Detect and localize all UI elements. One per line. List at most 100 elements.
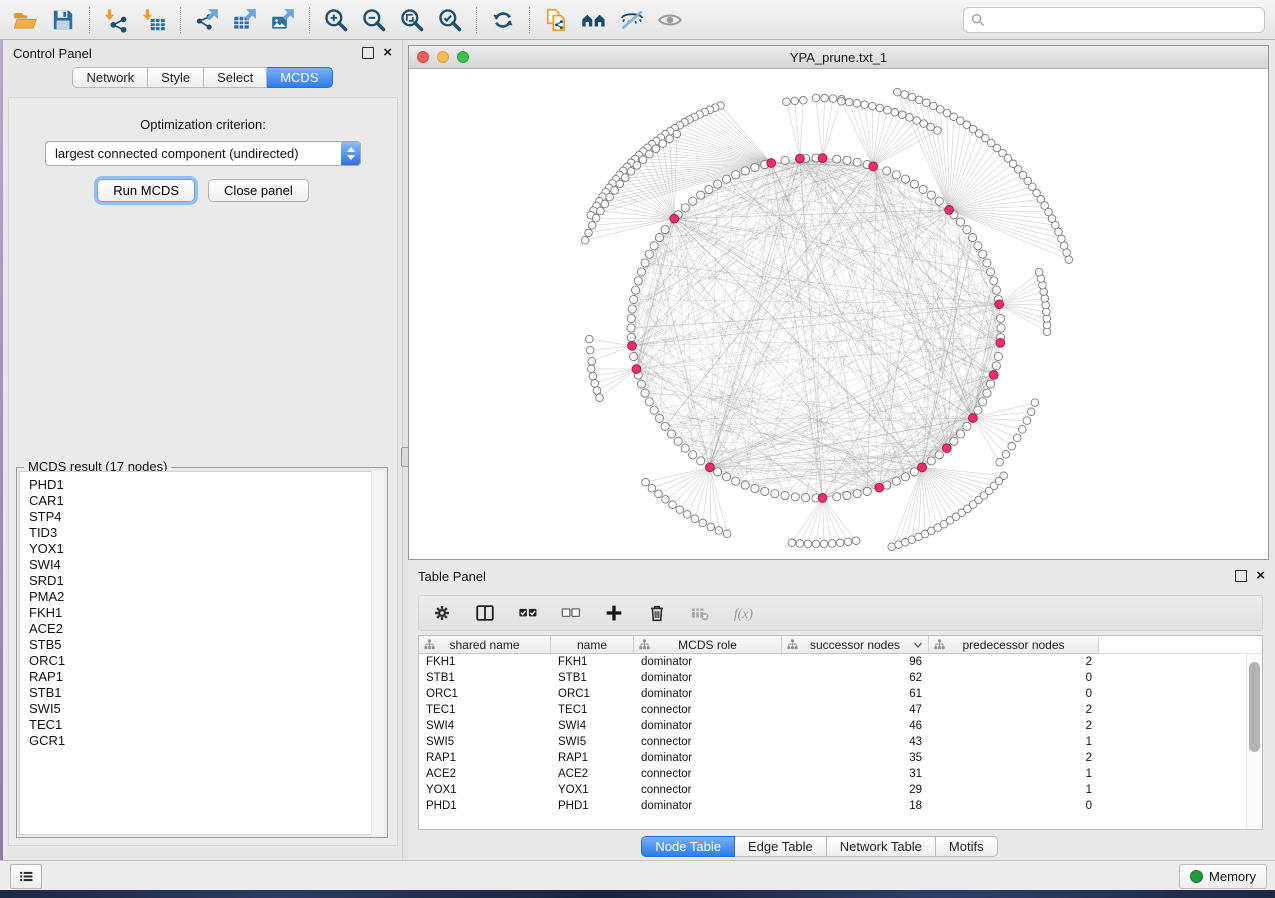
table-cell[interactable]: SWI4	[419, 718, 551, 734]
export-image-button[interactable]	[264, 4, 302, 36]
mcds-result-item[interactable]: PHD1	[29, 477, 384, 493]
table-scrollbar[interactable]	[1246, 654, 1262, 829]
mcds-result-item[interactable]: SWI5	[29, 701, 384, 717]
table-cell[interactable]: dominator	[634, 798, 782, 814]
column-header-successor-nodes[interactable]: successor nodes	[782, 636, 929, 654]
table-cell[interactable]: ORC1	[419, 686, 551, 702]
mcds-result-item[interactable]: SRD1	[29, 573, 384, 589]
table-cell[interactable]: 1	[929, 766, 1099, 782]
table-cell[interactable]: SWI5	[419, 734, 551, 750]
select-all-checkbox-button[interactable]	[515, 600, 541, 626]
table-cell[interactable]: 96	[782, 654, 929, 670]
table-cell[interactable]: dominator	[634, 686, 782, 702]
delete-column-button[interactable]	[644, 600, 670, 626]
table-cell[interactable]: 2	[929, 718, 1099, 734]
mcds-result-item[interactable]: RAP1	[29, 669, 384, 685]
split-view-button[interactable]	[472, 600, 498, 626]
column-header-predecessor-nodes[interactable]: predecessor nodes	[929, 636, 1099, 654]
mcds-result-list[interactable]: PHD1CAR1STP4TID3YOX1SWI4SRD1PMA2FKH1ACE2…	[19, 471, 385, 835]
table-tab-network-table[interactable]: Network Table	[827, 836, 936, 857]
mcds-result-item[interactable]: TID3	[29, 525, 384, 541]
network-canvas[interactable]	[409, 68, 1268, 559]
table-cell[interactable]: RAP1	[419, 750, 551, 766]
table-cell[interactable]: RAP1	[551, 750, 634, 766]
network-node[interactable]	[996, 338, 1005, 347]
table-cell[interactable]: SWI5	[551, 734, 634, 750]
table-cell[interactable]: ORC1	[551, 686, 634, 702]
mcds-result-item[interactable]: ORC1	[29, 653, 384, 669]
table-row[interactable]: YOX1YOX1connector291	[419, 782, 1262, 798]
mcds-result-item[interactable]: STB1	[29, 685, 384, 701]
network-node[interactable]	[875, 483, 884, 492]
table-cell[interactable]: 0	[929, 670, 1099, 686]
mcds-result-item[interactable]: PMA2	[29, 589, 384, 605]
table-row[interactable]: SWI4SWI4dominator462	[419, 718, 1262, 734]
network-node[interactable]	[969, 414, 978, 423]
hide-selected-button[interactable]	[613, 4, 651, 36]
network-node[interactable]	[918, 463, 927, 472]
network-node[interactable]	[945, 206, 954, 215]
table-row[interactable]: ACE2ACE2connector311	[419, 766, 1262, 782]
mcds-result-item[interactable]: SWI4	[29, 557, 384, 573]
table-cell[interactable]: STB1	[419, 670, 551, 686]
column-header-shared-name[interactable]: shared name	[419, 636, 551, 654]
network-node[interactable]	[632, 365, 641, 374]
zoom-out-button[interactable]	[355, 4, 393, 36]
export-table-button[interactable]	[226, 4, 264, 36]
tab-style[interactable]: Style	[148, 67, 204, 88]
close-panel-button[interactable]: Close panel	[208, 179, 309, 202]
mcds-result-item[interactable]: STB5	[29, 637, 384, 653]
tab-network[interactable]: Network	[72, 67, 148, 88]
network-node[interactable]	[796, 154, 805, 163]
memory-button[interactable]: Memory	[1179, 864, 1267, 889]
table-cell[interactable]: dominator	[634, 654, 782, 670]
import-network-button[interactable]	[97, 4, 135, 36]
mcds-result-item[interactable]: CAR1	[29, 493, 384, 509]
search-input[interactable]	[990, 11, 1257, 28]
save-session-button[interactable]	[44, 4, 82, 36]
zoom-in-button[interactable]	[317, 4, 355, 36]
network-node[interactable]	[706, 463, 715, 472]
table-cell[interactable]: 47	[782, 702, 929, 718]
mcds-result-item[interactable]: FKH1	[29, 605, 384, 621]
table-cell[interactable]: 2	[929, 702, 1099, 718]
table-cell[interactable]: 46	[782, 718, 929, 734]
table-row[interactable]: PHD1PHD1dominator180	[419, 798, 1262, 814]
deselect-all-checkbox-button[interactable]	[558, 600, 584, 626]
table-row[interactable]: ORC1ORC1dominator610	[419, 686, 1262, 702]
table-cell[interactable]: dominator	[634, 670, 782, 686]
table-cell[interactable]: 61	[782, 686, 929, 702]
settings-gear-button[interactable]	[429, 600, 455, 626]
table-cell[interactable]: YOX1	[551, 782, 634, 798]
network-node[interactable]	[818, 494, 827, 503]
table-row[interactable]: TEC1TEC1connector472	[419, 702, 1262, 718]
first-neighbors-button[interactable]	[575, 4, 613, 36]
table-row[interactable]: FKH1FKH1dominator962	[419, 654, 1262, 670]
table-cell[interactable]: connector	[634, 734, 782, 750]
mcds-result-item[interactable]: STP4	[29, 509, 384, 525]
table-close-icon[interactable]: ×	[1256, 571, 1265, 581]
table-row[interactable]: STB1STB1dominator620	[419, 670, 1262, 686]
result-scrollbar-track[interactable]	[371, 471, 385, 835]
table-cell[interactable]: 2	[929, 750, 1099, 766]
table-cell[interactable]: YOX1	[419, 782, 551, 798]
table-cell[interactable]: 35	[782, 750, 929, 766]
table-cell[interactable]: ACE2	[551, 766, 634, 782]
tab-mcds[interactable]: MCDS	[267, 67, 332, 88]
add-column-button[interactable]	[601, 600, 627, 626]
table-cell[interactable]: 0	[929, 686, 1099, 702]
column-header-name[interactable]: name	[551, 636, 634, 654]
table-tab-motifs[interactable]: Motifs	[936, 836, 998, 857]
float-button[interactable]	[362, 47, 374, 59]
network-titlebar[interactable]: YPA_prune.txt_1	[409, 46, 1268, 69]
table-scrollbar-thumb[interactable]	[1249, 662, 1260, 752]
network-node[interactable]	[942, 444, 951, 453]
table-row[interactable]: SWI5SWI5connector431	[419, 734, 1262, 750]
mcds-result-item[interactable]: GCR1	[29, 733, 384, 749]
table-tab-node-table[interactable]: Node Table	[641, 836, 735, 857]
column-header-mcds-role[interactable]: MCDS role	[634, 636, 782, 654]
table-cell[interactable]: ACE2	[419, 766, 551, 782]
network-node[interactable]	[869, 162, 878, 171]
export-network-button[interactable]	[188, 4, 226, 36]
network-node[interactable]	[767, 159, 776, 168]
